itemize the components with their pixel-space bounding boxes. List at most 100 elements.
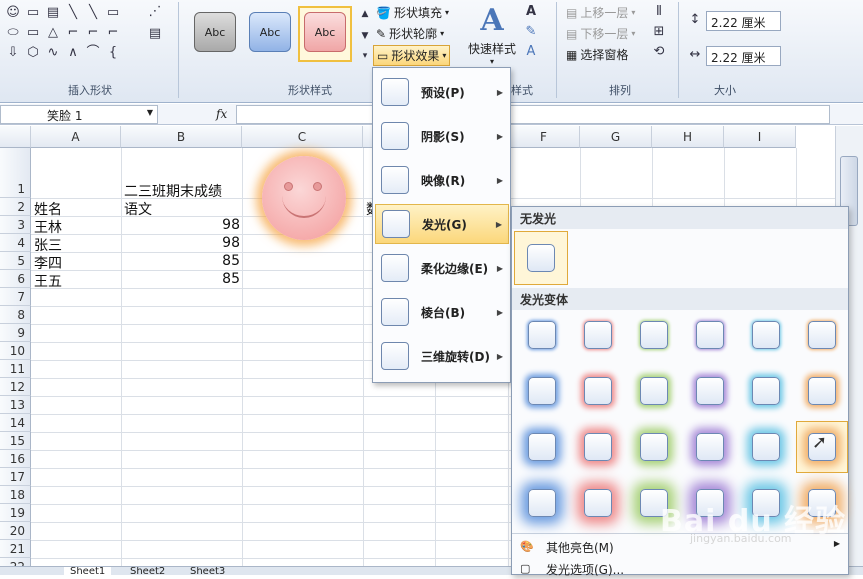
shape-icon[interactable]: ☺ bbox=[4, 5, 22, 21]
column-header[interactable]: B bbox=[121, 126, 242, 148]
row-header[interactable]: 19 bbox=[0, 504, 31, 522]
row-header[interactable]: 18 bbox=[0, 486, 31, 504]
glow-variant-option[interactable] bbox=[516, 365, 568, 417]
cell[interactable]: 张三 bbox=[34, 235, 62, 255]
effects-menu-item[interactable]: 棱台(B) ▶ bbox=[375, 292, 509, 332]
cell[interactable]: 李四 bbox=[34, 253, 62, 273]
column-header[interactable]: F bbox=[508, 126, 580, 148]
glow-variant-option[interactable] bbox=[684, 365, 736, 417]
row-header[interactable]: 17 bbox=[0, 468, 31, 486]
glow-variant-option[interactable] bbox=[628, 365, 680, 417]
group-icon[interactable]: ⊞ bbox=[650, 24, 668, 40]
shape-icon[interactable]: ∿ bbox=[44, 45, 62, 61]
shape-icon[interactable]: ▭ bbox=[104, 5, 122, 21]
more-glow-colors-item[interactable]: 🎨 其他亮色(M) ▶ bbox=[512, 537, 848, 557]
shape-icon[interactable]: ⬡ bbox=[24, 45, 42, 61]
cell[interactable]: 姓名 bbox=[34, 199, 62, 219]
shape-icon[interactable]: ⌐ bbox=[84, 25, 102, 41]
column-header[interactable]: A bbox=[31, 126, 121, 148]
cell[interactable]: 85 bbox=[124, 253, 240, 269]
shape-icon[interactable]: ⇩ bbox=[4, 45, 22, 61]
row-header[interactable]: 4 bbox=[0, 234, 31, 252]
glow-variant-option[interactable] bbox=[516, 309, 568, 361]
edit-shape-icon[interactable]: ▤ bbox=[146, 26, 164, 42]
width-input[interactable]: 2.22 厘米 bbox=[706, 46, 781, 66]
style-preset-red[interactable]: Abc bbox=[304, 12, 346, 52]
row-header[interactable]: 5 bbox=[0, 252, 31, 270]
gallery-more-icon[interactable]: ▾ bbox=[356, 48, 374, 64]
column-header[interactable]: C bbox=[242, 126, 363, 148]
shape-icon[interactable]: ╲ bbox=[84, 5, 102, 21]
glow-variant-option[interactable] bbox=[516, 477, 568, 529]
select-all-corner[interactable] bbox=[0, 126, 31, 148]
cell[interactable]: 王林 bbox=[34, 217, 62, 237]
row-header[interactable]: 8 bbox=[0, 306, 31, 324]
column-header[interactable]: G bbox=[580, 126, 652, 148]
row-header[interactable]: 13 bbox=[0, 396, 31, 414]
glow-options-item[interactable]: ▢ 发光选项(G)... bbox=[512, 559, 848, 579]
row-header[interactable]: 3 bbox=[0, 216, 31, 234]
shape-icon[interactable]: ▭ bbox=[24, 25, 42, 41]
glow-variant-option[interactable] bbox=[684, 421, 736, 473]
glow-variant-option[interactable] bbox=[572, 309, 624, 361]
sheet-tab[interactable]: Sheet2 bbox=[124, 567, 171, 575]
style-preset-blue[interactable]: Abc bbox=[249, 12, 291, 52]
shape-effects-button[interactable]: ▭ 形状效果 ▾ bbox=[373, 45, 451, 66]
glow-variant-option[interactable] bbox=[572, 477, 624, 529]
glow-variant-option[interactable] bbox=[740, 421, 792, 473]
cell[interactable]: 语文 bbox=[124, 199, 152, 219]
column-header[interactable]: I bbox=[724, 126, 796, 148]
smiley-shape[interactable] bbox=[262, 156, 346, 240]
glow-variant-option[interactable] bbox=[740, 309, 792, 361]
selection-pane-button[interactable]: ▦ 选择窗格 bbox=[566, 46, 628, 63]
name-box[interactable]: 笑脸 1 ▼ bbox=[0, 105, 158, 124]
glow-variant-option[interactable] bbox=[572, 421, 624, 473]
shape-gallery-more-icon[interactable]: ⋰ bbox=[146, 4, 164, 20]
shape-icon[interactable]: ∧ bbox=[64, 45, 82, 61]
shape-icon[interactable]: ▤ bbox=[44, 5, 62, 21]
glow-variant-option[interactable] bbox=[516, 421, 568, 473]
sheet-tab[interactable]: Sheet3 bbox=[184, 567, 231, 575]
height-input[interactable]: 2.22 厘米 bbox=[706, 11, 781, 31]
effects-menu-item[interactable]: 映像(R) ▶ bbox=[375, 160, 509, 200]
text-outline-icon[interactable]: ✎ bbox=[522, 24, 540, 40]
cell[interactable]: 王五 bbox=[34, 271, 62, 291]
row-header[interactable]: 7 bbox=[0, 288, 31, 306]
glow-variant-option[interactable] bbox=[628, 421, 680, 473]
row-header[interactable]: 21 bbox=[0, 540, 31, 558]
shape-icon[interactable]: { bbox=[104, 45, 122, 61]
formula-input[interactable] bbox=[236, 105, 830, 124]
shape-icon[interactable]: △ bbox=[44, 25, 62, 41]
row-header[interactable]: 14 bbox=[0, 414, 31, 432]
glow-variant-option[interactable] bbox=[740, 365, 792, 417]
shape-icon[interactable]: ╲ bbox=[64, 5, 82, 21]
glow-variant-option[interactable] bbox=[684, 309, 736, 361]
glow-variant-option[interactable] bbox=[572, 365, 624, 417]
gallery-up-icon[interactable]: ▲ bbox=[356, 6, 374, 22]
column-header[interactable]: H bbox=[652, 126, 724, 148]
row-header[interactable]: 11 bbox=[0, 360, 31, 378]
style-preset-gray[interactable]: Abc bbox=[194, 12, 236, 52]
cell[interactable]: 98 bbox=[124, 235, 240, 251]
row-header[interactable]: 2 bbox=[0, 198, 31, 216]
gallery-down-icon[interactable]: ▼ bbox=[356, 28, 374, 44]
cell[interactable]: 85 bbox=[124, 271, 240, 287]
row-header[interactable]: 10 bbox=[0, 342, 31, 360]
text-effects-icon[interactable]: A bbox=[522, 44, 540, 60]
effects-menu-item[interactable]: 发光(G) ▶ bbox=[375, 204, 509, 244]
shape-icon[interactable]: ⬭ bbox=[4, 25, 22, 41]
row-header[interactable]: 1 bbox=[0, 148, 31, 198]
effects-menu-item[interactable]: 预设(P) ▶ bbox=[375, 72, 509, 112]
rotate-icon[interactable]: ⟲ bbox=[650, 44, 668, 60]
row-header[interactable]: 6 bbox=[0, 270, 31, 288]
effects-menu-item[interactable]: 阴影(S) ▶ bbox=[375, 116, 509, 156]
effects-menu-item[interactable]: 柔化边缘(E) ▶ bbox=[375, 248, 509, 288]
shape-icon[interactable]: ⌐ bbox=[104, 25, 122, 41]
row-header[interactable]: 22 bbox=[0, 558, 31, 566]
glow-variant-option[interactable] bbox=[796, 309, 848, 361]
bring-forward-button[interactable]: ▤ 上移一层 ▾ bbox=[566, 4, 635, 21]
shape-icon[interactable]: ▭ bbox=[24, 5, 42, 21]
glow-variant-option[interactable] bbox=[796, 365, 848, 417]
quick-styles-button[interactable]: A 快速样式 ▾ bbox=[464, 2, 520, 66]
no-glow-option[interactable] bbox=[514, 231, 568, 285]
